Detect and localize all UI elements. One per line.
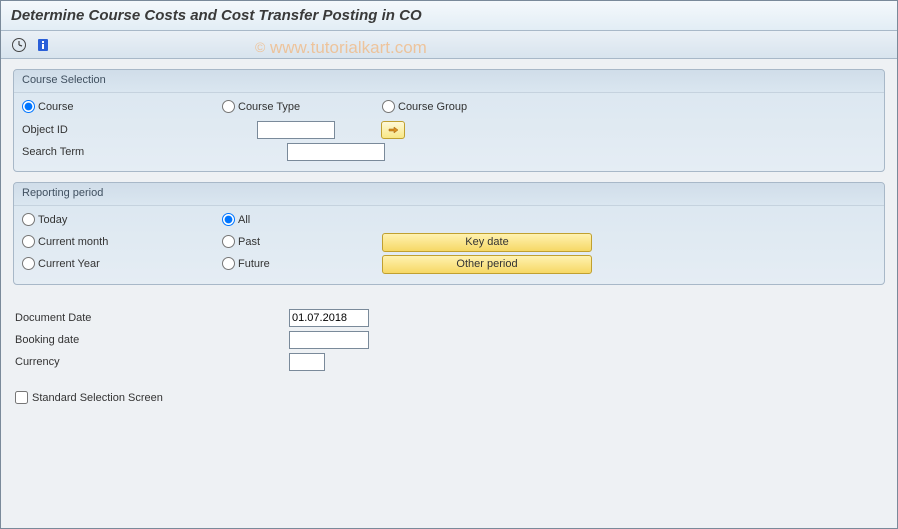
radio-all-input[interactable] <box>222 213 235 226</box>
radio-course-group-input[interactable] <box>382 100 395 113</box>
radio-all[interactable]: All <box>222 213 250 226</box>
radio-course-type-input[interactable] <box>222 100 235 113</box>
page-title: Determine Course Costs and Cost Transfer… <box>1 1 897 31</box>
reporting-period-title: Reporting period <box>14 183 884 206</box>
currency-label: Currency <box>13 356 289 368</box>
radio-past-label: Past <box>238 236 260 248</box>
radio-future-label: Future <box>238 258 270 270</box>
radio-past[interactable]: Past <box>222 235 260 248</box>
radio-current-year[interactable]: Current Year <box>22 257 100 270</box>
radio-today-label: Today <box>38 214 67 226</box>
radio-past-input[interactable] <box>222 235 235 248</box>
currency-input[interactable] <box>289 353 325 371</box>
radio-current-year-input[interactable] <box>22 257 35 270</box>
toolbar <box>1 31 897 59</box>
date-fields-section: Document Date Booking date Currency <box>13 303 885 377</box>
radio-current-year-label: Current Year <box>38 258 100 270</box>
radio-today[interactable]: Today <box>22 213 67 226</box>
key-date-button[interactable]: Key date <box>382 233 592 252</box>
radio-course-type-label: Course Type <box>238 101 300 113</box>
other-period-button[interactable]: Other period <box>382 255 592 274</box>
execute-icon[interactable] <box>9 35 29 55</box>
search-term-label: Search Term <box>22 146 287 158</box>
object-id-lookup-button[interactable] <box>381 121 405 139</box>
course-selection-title: Course Selection <box>14 70 884 93</box>
radio-course-type[interactable]: Course Type <box>222 100 300 113</box>
document-date-label: Document Date <box>13 312 289 324</box>
object-id-label: Object ID <box>22 124 257 136</box>
radio-course-group[interactable]: Course Group <box>382 100 467 113</box>
course-selection-group: Course Selection Course Course Type <box>13 69 885 172</box>
radio-current-month-label: Current month <box>38 236 108 248</box>
radio-today-input[interactable] <box>22 213 35 226</box>
radio-current-month[interactable]: Current month <box>22 235 108 248</box>
radio-course-group-label: Course Group <box>398 101 467 113</box>
radio-all-label: All <box>238 214 250 226</box>
radio-course-input[interactable] <box>22 100 35 113</box>
radio-course[interactable]: Course <box>22 100 73 113</box>
arrow-right-icon <box>387 125 399 135</box>
booking-date-label: Booking date <box>13 334 289 346</box>
radio-future-input[interactable] <box>222 257 235 270</box>
info-icon[interactable] <box>33 35 53 55</box>
booking-date-input[interactable] <box>289 331 369 349</box>
standard-selection-checkbox[interactable] <box>15 391 28 404</box>
reporting-period-group: Reporting period Today All <box>13 182 885 285</box>
radio-course-label: Course <box>38 101 73 113</box>
document-date-input[interactable] <box>289 309 369 327</box>
search-term-input[interactable] <box>287 143 385 161</box>
object-id-input[interactable] <box>257 121 335 139</box>
content-area: Course Selection Course Course Type <box>1 59 897 528</box>
radio-future[interactable]: Future <box>222 257 270 270</box>
main-window: Determine Course Costs and Cost Transfer… <box>0 0 898 529</box>
standard-selection-label: Standard Selection Screen <box>32 392 163 404</box>
radio-current-month-input[interactable] <box>22 235 35 248</box>
